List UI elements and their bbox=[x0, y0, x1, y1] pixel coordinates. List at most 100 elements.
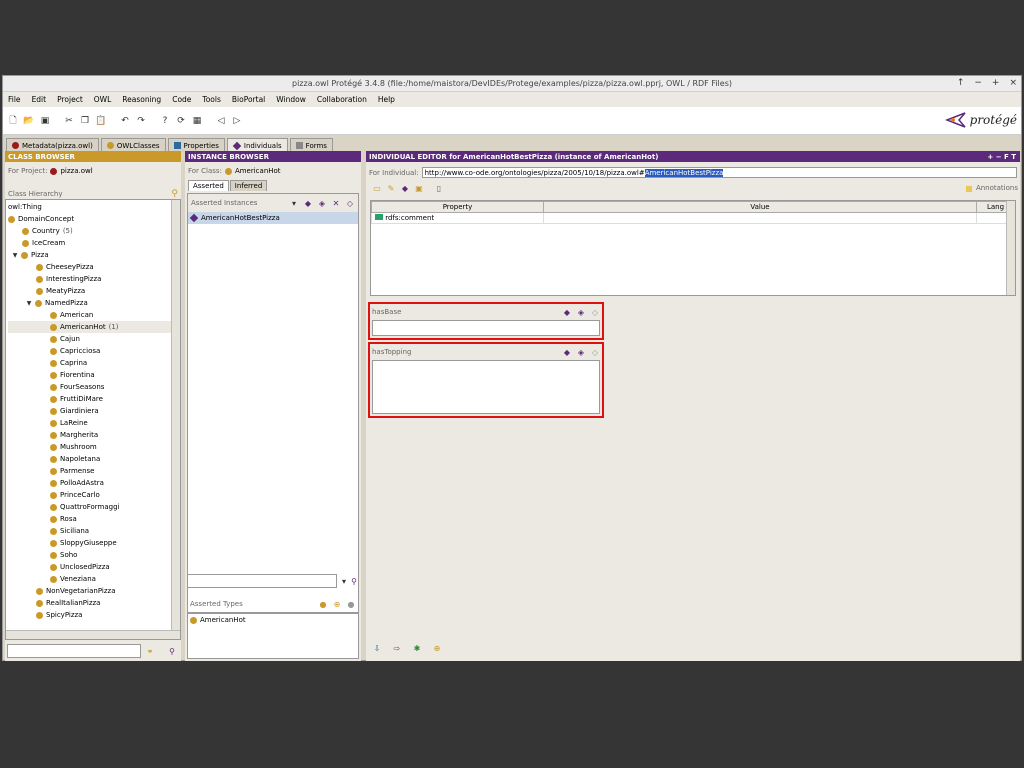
edit-instance-icon[interactable]: ◈ bbox=[317, 198, 327, 208]
menu-file[interactable]: File bbox=[7, 95, 22, 104]
search-class-icon[interactable]: ⚭ bbox=[145, 646, 155, 656]
tab-inferred[interactable]: Inferred bbox=[229, 180, 268, 191]
type-item[interactable]: AmericanHot bbox=[188, 614, 358, 626]
window-close-button[interactable]: × bbox=[1009, 78, 1017, 88]
create-type-icon[interactable]: ⊕ bbox=[332, 599, 342, 609]
open-folder-icon[interactable]: 📂 bbox=[23, 115, 35, 127]
tree-item-americanhot[interactable]: AmericanHot (1) bbox=[8, 321, 178, 333]
annotations-scrollbar[interactable] bbox=[1006, 201, 1015, 295]
individual-uri-field[interactable]: http://www.co-ode.org/ontologies/pizza/2… bbox=[421, 167, 1017, 178]
tree-item-pizza[interactable]: ▼ Pizza bbox=[8, 249, 178, 261]
new-note-icon[interactable]: ▭ bbox=[372, 183, 382, 193]
tree-item-mushroom[interactable]: Mushroom bbox=[8, 441, 178, 453]
tree-item-princecarlo[interactable]: PrinceCarlo bbox=[8, 489, 178, 501]
add-value-icon[interactable]: ◆ bbox=[562, 307, 572, 317]
window-maximize-button[interactable]: + bbox=[992, 78, 1000, 88]
forward-arrow-icon[interactable]: ▷ bbox=[231, 115, 243, 127]
panel-icon[interactable]: ▯ bbox=[434, 183, 444, 193]
instance-item[interactable]: AmericanHotBestPizza bbox=[188, 212, 358, 224]
menu-project[interactable]: Project bbox=[56, 95, 84, 104]
tree-item-interestingpizza[interactable]: InterestingPizza bbox=[8, 273, 178, 285]
grid-icon[interactable]: ▦ bbox=[191, 115, 203, 127]
tree-root[interactable]: owl:Thing bbox=[8, 201, 178, 213]
new-file-icon[interactable]: 🗋 bbox=[7, 115, 19, 127]
tab-owlclasses[interactable]: OWLClasses bbox=[100, 138, 166, 152]
column-header-value[interactable]: Value bbox=[543, 201, 977, 213]
tree-item-lareine[interactable]: LaReine bbox=[8, 417, 178, 429]
has-base-list[interactable] bbox=[372, 320, 600, 336]
dropdown-arrow-icon[interactable]: ▾ bbox=[289, 198, 299, 208]
editor-header-controls[interactable]: + − F T bbox=[987, 153, 1016, 161]
binoculars-icon[interactable]: ⚲ bbox=[349, 576, 359, 586]
cut-icon[interactable]: ✂ bbox=[63, 115, 75, 127]
tree-item-fruttidimare[interactable]: FruttiDiMare bbox=[8, 393, 178, 405]
tree-item-icecream[interactable]: IceCream bbox=[8, 237, 178, 249]
binoculars-icon[interactable]: ⚲ bbox=[167, 646, 177, 656]
menu-code[interactable]: Code bbox=[171, 95, 192, 104]
tree-item-polloadastra[interactable]: PolloAdAstra bbox=[8, 477, 178, 489]
tree-item-namedpizza[interactable]: ▼ NamedPizza bbox=[8, 297, 178, 309]
tree-item-nonvegetarianpizza[interactable]: NonVegetarianPizza bbox=[8, 585, 178, 597]
expand-triangle-icon[interactable]: ▼ bbox=[26, 300, 32, 307]
undo-icon[interactable]: ↶ bbox=[119, 115, 131, 127]
tree-item-siciliana[interactable]: Siciliana bbox=[8, 525, 178, 537]
remove-type-icon[interactable]: ● bbox=[346, 599, 356, 609]
dropdown-arrow-icon[interactable]: ▾ bbox=[339, 576, 349, 586]
tree-item-country[interactable]: Country (5) bbox=[8, 225, 178, 237]
menu-tools[interactable]: Tools bbox=[201, 95, 221, 104]
tree-item-fourseasons[interactable]: FourSeasons bbox=[8, 381, 178, 393]
window-up-button[interactable]: ↑ bbox=[957, 78, 965, 88]
menu-bioportal[interactable]: BioPortal bbox=[231, 95, 266, 104]
redo-icon[interactable]: ↷ bbox=[135, 115, 147, 127]
tree-item-realitalianpizza[interactable]: RealItalianPizza bbox=[8, 597, 178, 609]
tree-item-soho[interactable]: Soho bbox=[8, 549, 178, 561]
menu-window[interactable]: Window bbox=[275, 95, 307, 104]
annotate-icon[interactable]: ✎ bbox=[386, 183, 396, 193]
help-icon[interactable]: ? bbox=[159, 115, 171, 127]
back-arrow-icon[interactable]: ◁ bbox=[215, 115, 227, 127]
tree-item-fiorentina[interactable]: Fiorentina bbox=[8, 369, 178, 381]
value-icon[interactable]: ▣ bbox=[414, 183, 424, 193]
tree-item-domainconcept[interactable]: DomainConcept bbox=[8, 213, 178, 225]
menu-reasoning[interactable]: Reasoning bbox=[121, 95, 162, 104]
import-icon[interactable]: ⇩ bbox=[372, 643, 382, 653]
tree-item-american[interactable]: American bbox=[8, 309, 178, 321]
tree-item-capricciosa[interactable]: Capricciosa bbox=[8, 345, 178, 357]
window-minimize-button[interactable]: − bbox=[974, 78, 982, 88]
remove-value-icon[interactable]: ◇ bbox=[590, 307, 600, 317]
add-class-icon[interactable]: ⊕ bbox=[432, 643, 442, 653]
menu-collaboration[interactable]: Collaboration bbox=[316, 95, 368, 104]
refresh-icon[interactable]: ⟳ bbox=[175, 115, 187, 127]
create-value-icon[interactable]: ◈ bbox=[576, 307, 586, 317]
value-cell[interactable] bbox=[543, 212, 977, 224]
find-class-icon[interactable]: ⚲ bbox=[171, 189, 178, 199]
remove-value-icon[interactable]: ◇ bbox=[590, 347, 600, 357]
copy-instance-icon[interactable]: ◇ bbox=[345, 198, 355, 208]
copy-icon[interactable]: ❐ bbox=[79, 115, 91, 127]
tab-properties[interactable]: Properties bbox=[167, 138, 225, 152]
tree-item-spicypizza[interactable]: SpicyPizza bbox=[8, 609, 178, 621]
instance-search-input[interactable] bbox=[187, 574, 337, 588]
menu-edit[interactable]: Edit bbox=[31, 95, 48, 104]
add-type-icon[interactable]: ● bbox=[318, 599, 328, 609]
tree-item-giardiniera[interactable]: Giardiniera bbox=[8, 405, 178, 417]
has-topping-list[interactable] bbox=[372, 360, 600, 414]
export-icon[interactable]: ⇨ bbox=[392, 643, 402, 653]
tree-item-caprina[interactable]: Caprina bbox=[8, 357, 178, 369]
property-cell[interactable]: rdfs:comment bbox=[371, 212, 544, 224]
menu-help[interactable]: Help bbox=[377, 95, 396, 104]
tab-asserted[interactable]: Asserted bbox=[188, 180, 229, 191]
tree-item-parmense[interactable]: Parmense bbox=[8, 465, 178, 477]
tree-item-meatypizza[interactable]: MeatyPizza bbox=[8, 285, 178, 297]
create-instance-icon[interactable]: ◆ bbox=[303, 198, 313, 208]
create-value-icon[interactable]: ◈ bbox=[576, 347, 586, 357]
column-header-property[interactable]: Property bbox=[371, 201, 544, 213]
expand-triangle-icon[interactable]: ▼ bbox=[12, 252, 18, 259]
tree-item-unclosedpizza[interactable]: UnclosedPizza bbox=[8, 561, 178, 573]
class-search-input[interactable] bbox=[7, 644, 141, 658]
tree-item-cajun[interactable]: Cajun bbox=[8, 333, 178, 345]
tab-individuals[interactable]: Individuals bbox=[226, 138, 288, 152]
table-row[interactable]: rdfs:comment bbox=[371, 212, 1015, 224]
class-tree-horizontal-scrollbar[interactable] bbox=[6, 630, 180, 639]
tree-item-veneziana[interactable]: Veneziana bbox=[8, 573, 178, 585]
